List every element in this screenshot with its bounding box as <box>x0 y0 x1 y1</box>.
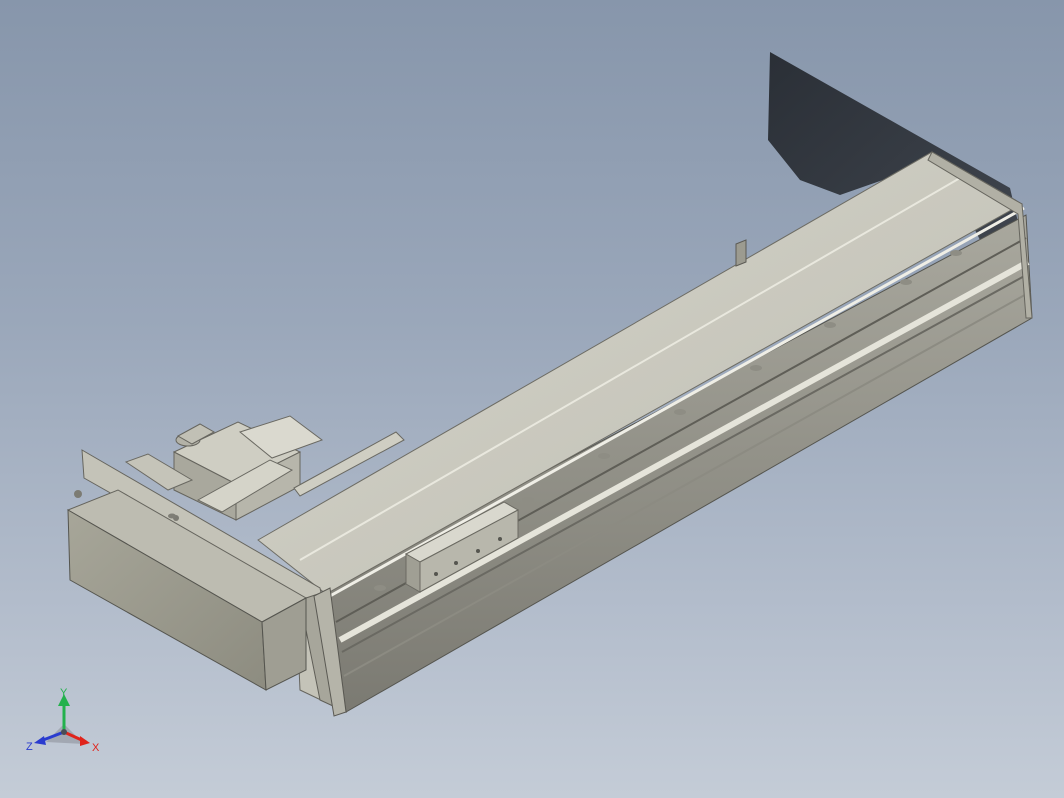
far-end-tab <box>735 239 747 267</box>
rail-ridge-1 <box>329 206 1025 598</box>
coupling-hole <box>168 513 176 519</box>
triad-origin <box>61 729 67 735</box>
x-axis-label: X <box>92 742 100 754</box>
orientation-triad[interactable]: Y Z X <box>22 684 108 756</box>
cad-viewport[interactable]: Y Z X <box>0 0 1064 798</box>
z-axis-label: Z <box>26 741 33 753</box>
linear-actuator-model[interactable] <box>0 0 1064 798</box>
x-axis-arrow <box>80 736 90 746</box>
y-axis-label: Y <box>60 687 68 699</box>
z-axis-arrow <box>34 736 46 745</box>
